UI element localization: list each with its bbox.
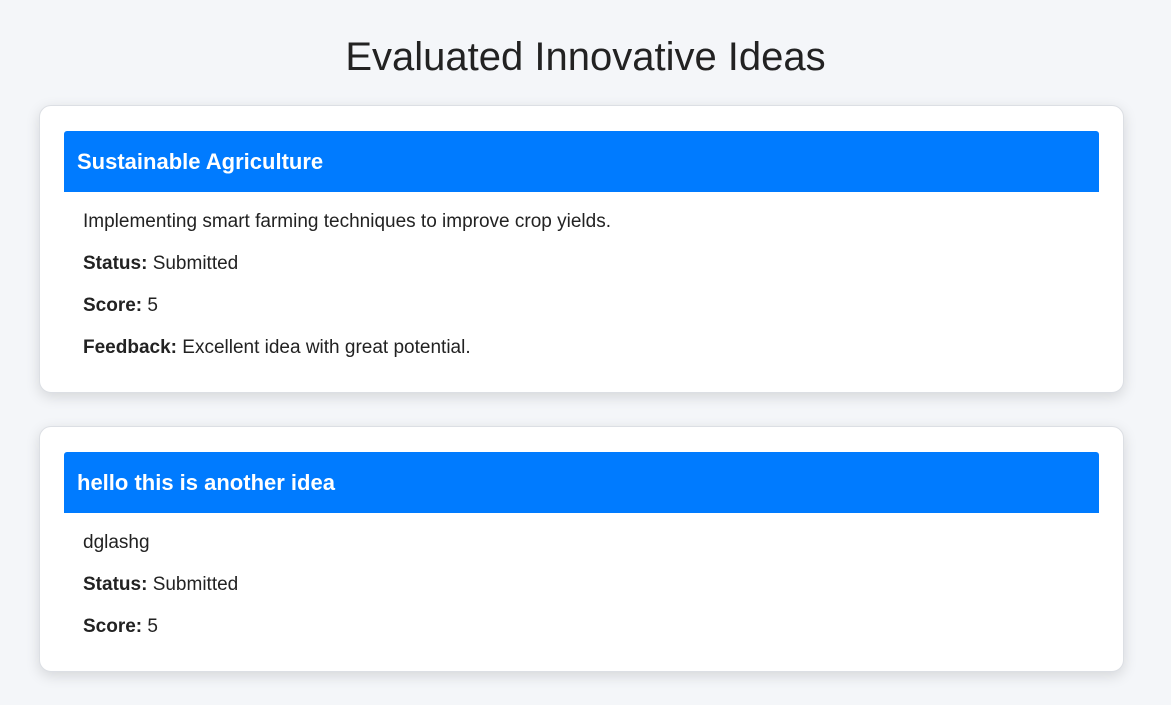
idea-list: Sustainable Agriculture Implementing sma… bbox=[39, 105, 1124, 705]
idea-title: Sustainable Agriculture bbox=[64, 131, 1099, 192]
score-value: 5 bbox=[147, 616, 158, 637]
score-label: Score: bbox=[83, 616, 143, 637]
idea-description: dglashg bbox=[83, 532, 150, 553]
idea-card: Sustainable Agriculture Implementing sma… bbox=[39, 105, 1124, 393]
idea-score-row: Score: 5 bbox=[83, 615, 1080, 639]
idea-status-row: Status: Submitted bbox=[83, 252, 1080, 276]
idea-card: hello this is another idea dglashg Statu… bbox=[39, 426, 1124, 672]
idea-body: Implementing smart farming techniques to… bbox=[64, 192, 1099, 360]
status-value: Submitted bbox=[152, 253, 239, 274]
feedback-label: Feedback: bbox=[83, 337, 177, 358]
status-label: Status: bbox=[83, 574, 148, 595]
idea-score-row: Score: 5 bbox=[83, 294, 1080, 318]
idea-status-row: Status: Submitted bbox=[83, 573, 1080, 597]
feedback-value: Excellent idea with great potential. bbox=[182, 337, 471, 358]
score-value: 5 bbox=[147, 295, 158, 316]
idea-feedback-row: Feedback: Excellent idea with great pote… bbox=[83, 336, 1080, 360]
idea-description: Implementing smart farming techniques to… bbox=[83, 211, 612, 232]
score-label: Score: bbox=[83, 295, 143, 316]
idea-title: hello this is another idea bbox=[64, 452, 1099, 513]
idea-body: dglashg Status: Submitted Score: 5 bbox=[64, 513, 1099, 639]
page-title: Evaluated Innovative Ideas bbox=[345, 35, 826, 79]
status-value: Submitted bbox=[152, 574, 239, 595]
status-label: Status: bbox=[83, 253, 148, 274]
